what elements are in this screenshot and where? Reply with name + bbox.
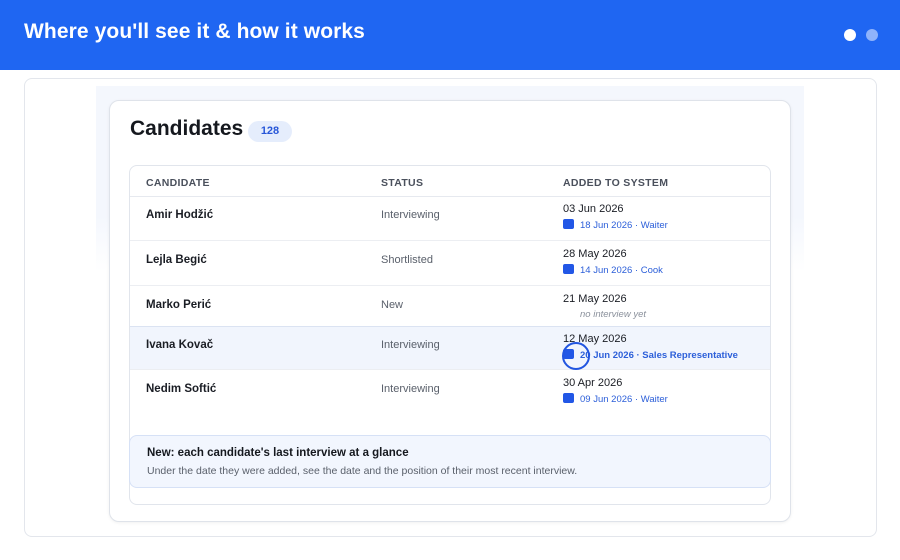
added-date: 30 Apr 2026 <box>563 377 623 389</box>
table-row[interactable]: Lejla Begić Shortlisted 28 May 2026 14 J… <box>130 242 770 286</box>
candidate-status: New <box>381 299 404 311</box>
column-header-status[interactable]: STATUS <box>381 177 423 189</box>
callout-text: Under the date they were added, see the … <box>147 465 578 477</box>
added-date: 28 May 2026 <box>563 248 627 260</box>
candidate-name[interactable]: Lejla Begić <box>146 254 207 266</box>
table-row[interactable]: Amir Hodžić Interviewing 03 Jun 2026 18 … <box>130 197 770 241</box>
candidate-name[interactable]: Ivana Kovač <box>146 339 213 351</box>
calendar-icon <box>563 264 574 274</box>
table-row[interactable]: Nedim Softić Interviewing 30 Apr 2026 09… <box>130 371 770 415</box>
last-interview-text: 09 Jun 2026 · Waiter <box>580 394 668 405</box>
calendar-icon <box>563 219 574 229</box>
click-indicator-ring <box>562 342 590 370</box>
table-row[interactable]: Marko Perić New 21 May 2026 no interview… <box>130 287 770 331</box>
callout-title: New: each candidate's last interview at … <box>147 447 409 459</box>
column-header-added[interactable]: ADDED TO SYSTEM <box>563 177 668 189</box>
last-interview[interactable]: 14 Jun 2026 · Cook <box>563 264 663 276</box>
table-row-highlighted[interactable]: Ivana Kovač Interviewing 12 May 2026 20 … <box>130 326 770 370</box>
candidate-status: Shortlisted <box>381 254 433 266</box>
header-title: Where you'll see it & how it works <box>24 20 365 43</box>
candidate-status: Interviewing <box>381 209 440 221</box>
column-header-candidate[interactable]: CANDIDATE <box>146 177 210 189</box>
last-interview-text: 18 Jun 2026 · Waiter <box>580 220 668 231</box>
count-badge: 128 <box>248 121 292 142</box>
pager-dot-inactive[interactable] <box>866 29 878 41</box>
last-interview[interactable]: 09 Jun 2026 · Waiter <box>563 393 668 405</box>
feature-callout: New: each candidate's last interview at … <box>129 435 771 488</box>
last-interview[interactable]: 18 Jun 2026 · Waiter <box>563 219 668 231</box>
last-interview-text: 14 Jun 2026 · Cook <box>580 265 663 276</box>
added-date: 03 Jun 2026 <box>563 203 624 215</box>
pager-dot-active[interactable] <box>844 29 856 41</box>
header-bar: Where you'll see it & how it works <box>0 0 900 70</box>
no-interview-note: no interview yet <box>580 309 647 320</box>
candidate-name[interactable]: Marko Perić <box>146 299 211 311</box>
candidate-name[interactable]: Nedim Softić <box>146 383 216 395</box>
page-title: Candidates <box>130 117 244 140</box>
candidate-name[interactable]: Amir Hodžić <box>146 209 213 221</box>
added-date: 21 May 2026 <box>563 293 627 305</box>
last-interview-text: 20 Jun 2026 · Sales Representative <box>580 350 738 361</box>
candidate-status: Interviewing <box>381 383 440 395</box>
candidate-status: Interviewing <box>381 339 440 351</box>
calendar-icon <box>563 393 574 403</box>
